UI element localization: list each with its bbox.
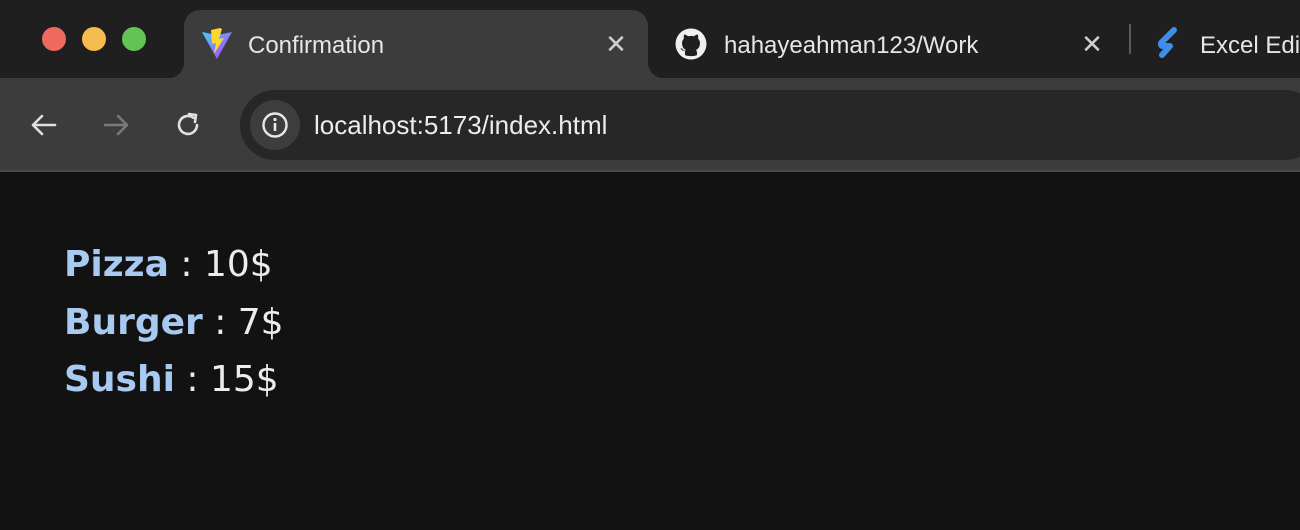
reload-icon	[177, 112, 199, 136]
github-icon	[675, 28, 707, 60]
close-tab-icon[interactable]: ✕	[604, 31, 628, 57]
tab-title: hahayeahman123/Work	[724, 32, 979, 59]
tab-github[interactable]: hahayeahman123/Work ✕	[648, 10, 1118, 78]
menu-item-sushi: Sushi : 15$	[64, 357, 284, 415]
forward-arrow-icon	[103, 114, 129, 136]
tab-confirmation[interactable]: Confirmation ✕	[168, 10, 664, 78]
item-name: Sushi	[64, 359, 175, 400]
tab-title: Confirmation	[248, 32, 385, 59]
tab-title: Excel Edi	[1200, 32, 1300, 59]
info-icon	[262, 112, 288, 138]
site-info-button[interactable]	[250, 100, 300, 150]
tab-excel-editor[interactable]: Excel Edi	[1134, 10, 1300, 78]
page-content: Pizza : 10$ Burger : 7$ Sushi : 15$	[0, 172, 1300, 530]
browser-window: Confirmation ✕ hahayeahman123/Work ✕ Exc…	[0, 0, 1300, 530]
item-separator: :	[168, 244, 204, 285]
item-price: 15$	[209, 359, 279, 400]
address-bar[interactable]: localhost:5173/index.html	[240, 90, 1300, 160]
back-button[interactable]	[27, 108, 61, 142]
item-price: 7$	[237, 301, 284, 343]
url-text[interactable]: localhost:5173/index.html	[314, 110, 607, 140]
forward-button[interactable]	[99, 108, 133, 142]
browser-toolbar: localhost:5173/index.html	[0, 78, 1300, 172]
item-name: Pizza	[64, 244, 169, 285]
reload-button[interactable]	[171, 108, 205, 142]
item-price: 10$	[203, 244, 273, 285]
menu-item-burger: Burger : 7$	[64, 300, 284, 358]
item-separator: :	[174, 359, 210, 400]
close-window-button[interactable]	[42, 27, 66, 51]
minimize-window-button[interactable]	[82, 27, 106, 51]
vite-icon	[202, 28, 232, 59]
menu-list: Pizza : 10$ Burger : 7$ Sushi : 15$	[64, 242, 284, 415]
close-tab-icon[interactable]: ✕	[1080, 31, 1104, 57]
tab-separator	[1129, 24, 1131, 54]
app-s-icon	[1157, 27, 1177, 58]
tab-strip: Confirmation ✕ hahayeahman123/Work ✕ Exc…	[0, 0, 1300, 78]
item-name: Burger	[64, 301, 203, 343]
back-arrow-icon	[31, 114, 57, 136]
zoom-window-button[interactable]	[122, 27, 146, 51]
menu-item-pizza: Pizza : 10$	[64, 242, 284, 300]
item-separator: :	[202, 301, 238, 343]
